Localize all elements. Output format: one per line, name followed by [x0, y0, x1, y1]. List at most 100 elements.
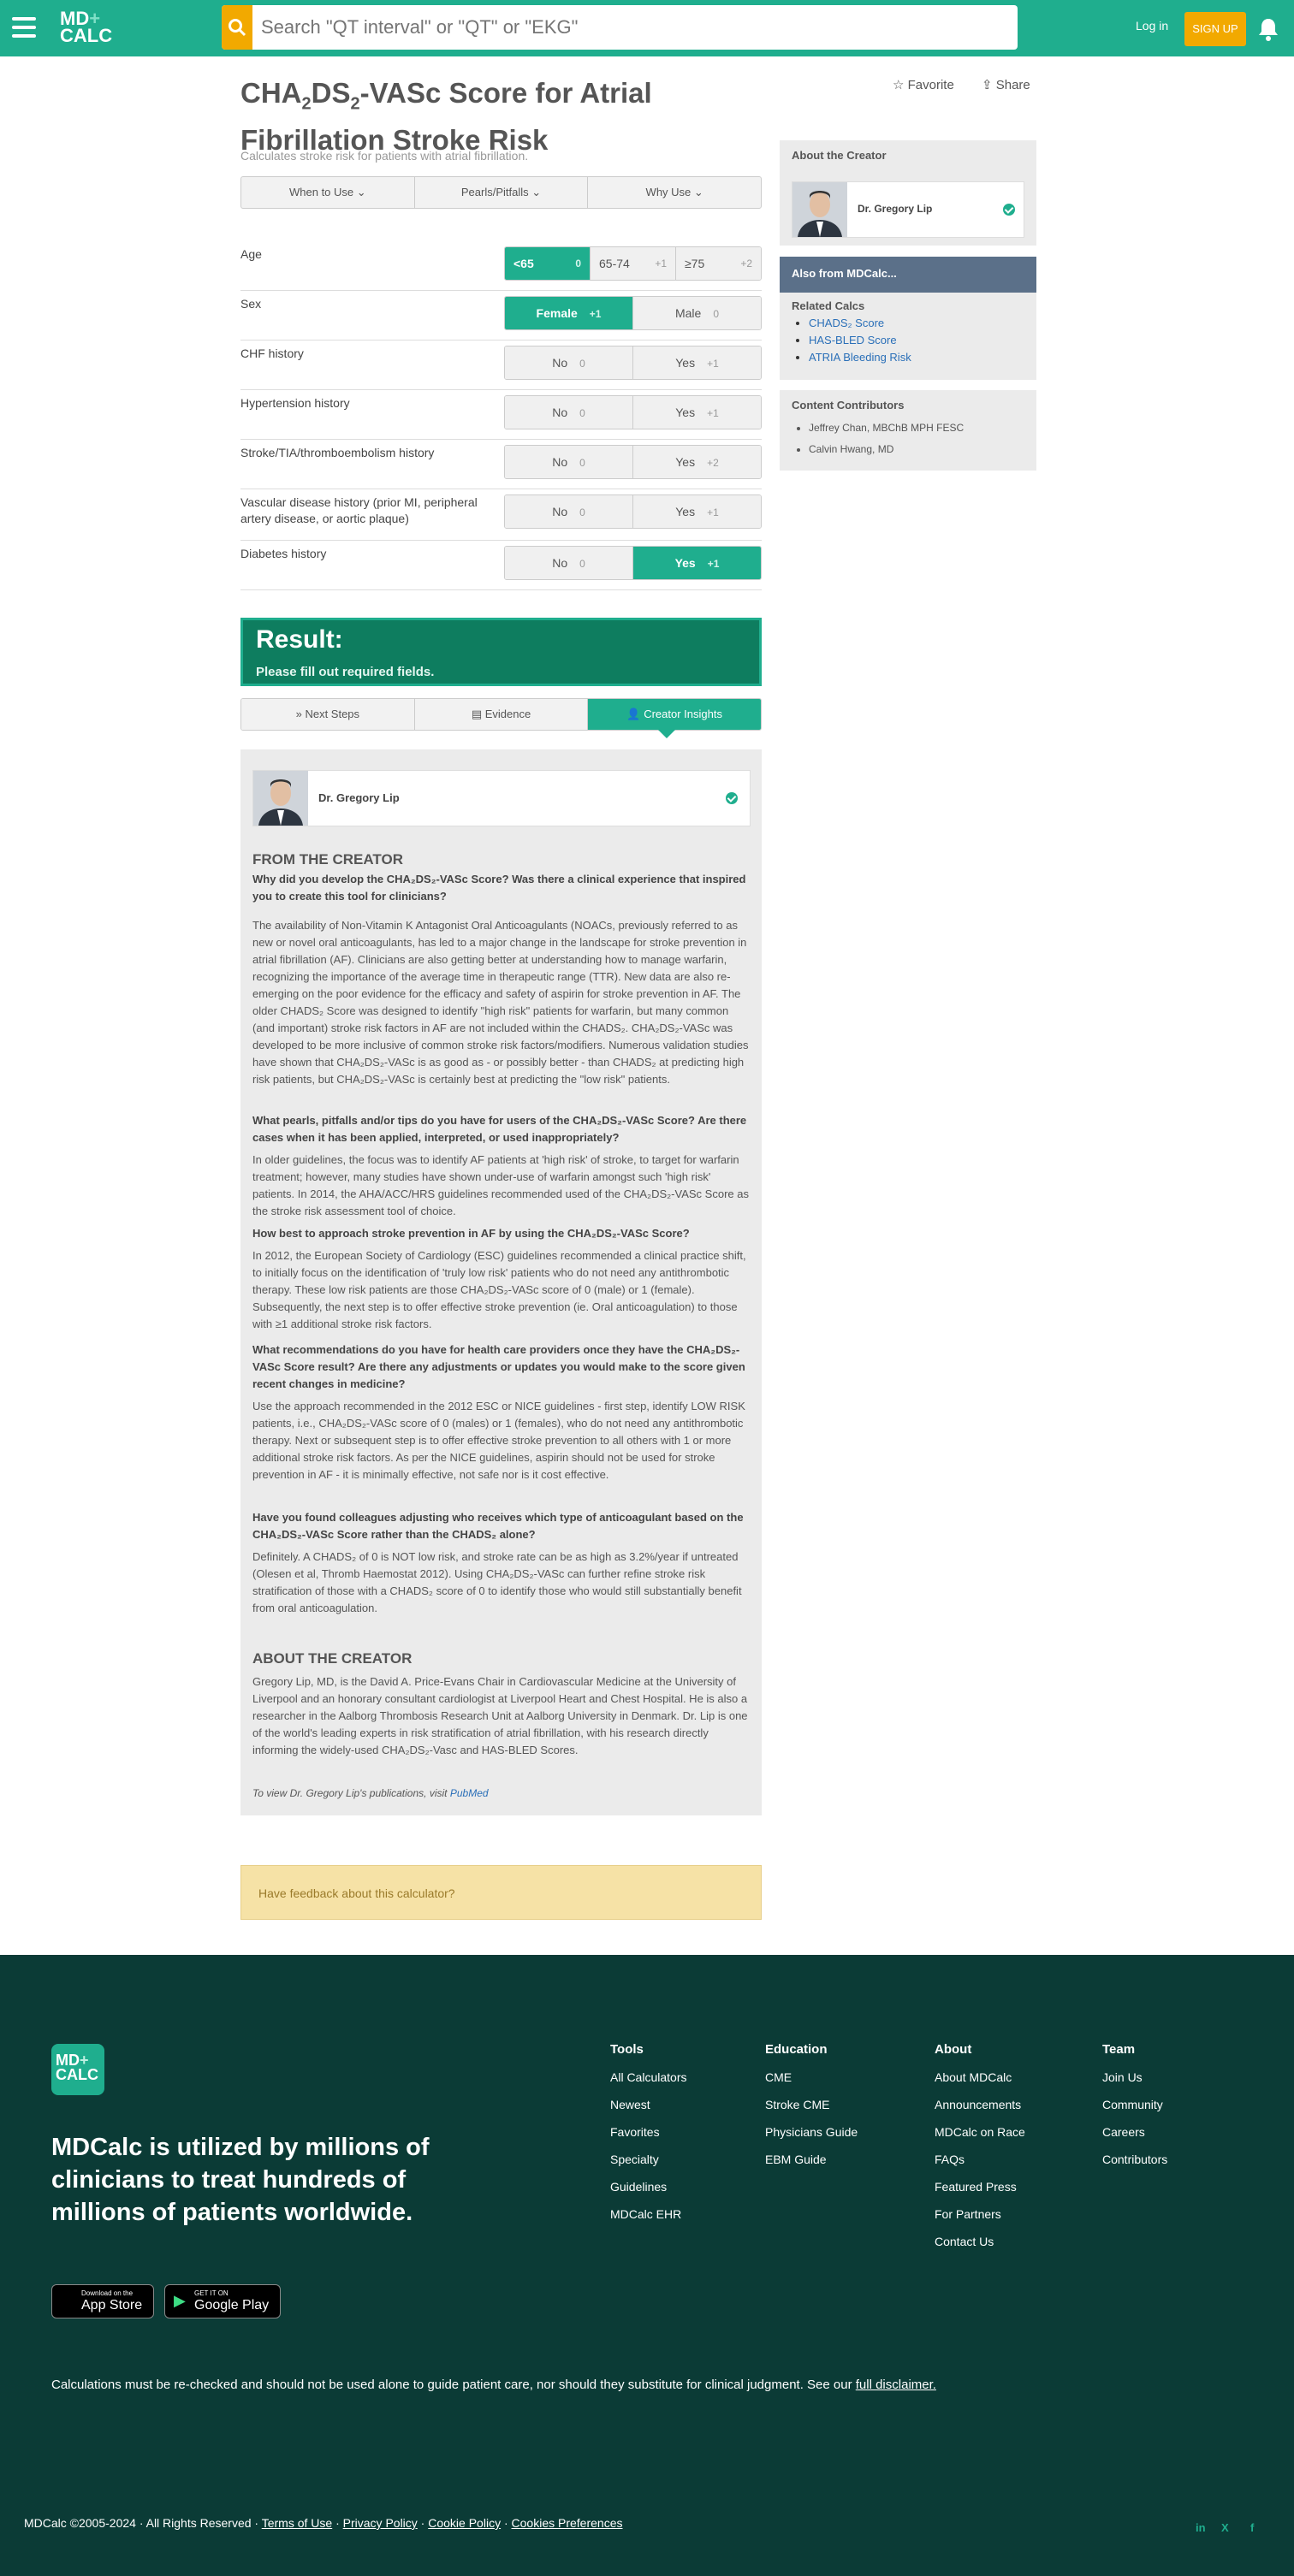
- cookie-link[interactable]: Cookie Policy: [428, 2516, 501, 2530]
- footer-logo[interactable]: MD+ CALC: [51, 2044, 104, 2095]
- result-text: Please fill out required fields.: [256, 665, 435, 679]
- footer-link[interactable]: Specialty: [610, 2153, 686, 2166]
- option-age-75-plus[interactable]: ≥75 +2: [676, 247, 761, 280]
- about-creator-heading: ABOUT THE CREATOR: [252, 1650, 413, 1667]
- option-age-65-74[interactable]: 65-74 +1: [591, 247, 676, 280]
- sidebar-creator-card[interactable]: Dr. Gregory Lip: [792, 181, 1024, 238]
- favorite-button[interactable]: ☆ Favorite: [893, 78, 966, 92]
- question-1: Why did you develop the CHA₂DS₂-VASc Sco…: [252, 873, 746, 903]
- option-chf-yes[interactable]: Yes +1: [633, 346, 761, 379]
- share-button[interactable]: ⇪ Share: [982, 78, 1042, 92]
- app-store-button[interactable]: Download on the App Store: [51, 2284, 154, 2318]
- footer-link[interactable]: CME: [765, 2070, 858, 2084]
- option-vascular-no[interactable]: No 0: [505, 495, 633, 528]
- bell-icon[interactable]: [1257, 17, 1279, 45]
- option-female[interactable]: Female +1: [505, 297, 633, 329]
- footer-link[interactable]: All Calculators: [610, 2070, 686, 2084]
- google-play-button[interactable]: ▶ GET IT ON Google Play: [164, 2284, 281, 2318]
- linkedin-icon[interactable]: in: [1196, 2521, 1208, 2534]
- footer-link[interactable]: Contributors: [1102, 2153, 1167, 2166]
- about-creator-text: Gregory Lip, MD, is the David A. Price-E…: [252, 1675, 748, 1756]
- disclaimer-link[interactable]: full disclaimer.: [856, 2378, 936, 2392]
- answer-3: In 2012, the European Society of Cardiol…: [252, 1249, 746, 1330]
- footer-link[interactable]: Join Us: [1102, 2070, 1167, 2084]
- tab-why-use[interactable]: Why Use ⌄: [588, 177, 761, 208]
- sidebar-heading: About the Creator: [792, 149, 887, 162]
- footer-col-tools: Tools All Calculators Newest Favorites S…: [610, 2042, 686, 2235]
- tab-pearls-pitfalls[interactable]: Pearls/Pitfalls ⌄: [415, 177, 589, 208]
- related-link-has-bled[interactable]: HAS-BLED Score: [809, 334, 897, 346]
- feedback-link[interactable]: Have feedback about this calculator?: [258, 1886, 455, 1900]
- age-options: <65 0 65-74 +1 ≥75 +2: [504, 246, 762, 281]
- option-stroke-yes[interactable]: Yes +2: [633, 446, 761, 478]
- mdcalc-logo[interactable]: MD+ CALC: [60, 9, 112, 48]
- info-tabs: When to Use ⌄ Pearls/Pitfalls ⌄ Why Use …: [240, 176, 762, 209]
- cookie-preferences-link[interactable]: Cookies Preferences: [512, 2516, 623, 2530]
- footer-link[interactable]: Stroke CME: [765, 2098, 858, 2111]
- footer-col-heading: About: [935, 2042, 972, 2057]
- option-male[interactable]: Male 0: [633, 297, 761, 329]
- footer-link[interactable]: Newest: [610, 2098, 686, 2111]
- terms-link[interactable]: Terms of Use: [262, 2516, 332, 2530]
- related-link-chads2[interactable]: CHADS₂ Score: [809, 317, 884, 329]
- privacy-link[interactable]: Privacy Policy: [343, 2516, 418, 2530]
- related-calcs: Related Calcs CHADS₂ Score HAS-BLED Scor…: [780, 293, 1036, 380]
- footer-col-heading: Team: [1102, 2042, 1136, 2057]
- footer-link[interactable]: For Partners: [935, 2207, 1025, 2221]
- play-small: GET IT ON: [194, 2289, 229, 2297]
- tab-creator-insights[interactable]: 👤 Creator Insights: [588, 699, 761, 730]
- option-vascular-yes[interactable]: Yes +1: [633, 495, 761, 528]
- footer: MD+ CALC MDCalc is utilized by millions o…: [0, 1955, 1294, 2576]
- search-icon[interactable]: [222, 5, 252, 50]
- chf-options: No 0 Yes +1: [504, 346, 762, 380]
- option-chf-no[interactable]: No 0: [505, 346, 633, 379]
- footer-tagline: MDCalc is utilized by millions of clinic…: [51, 2134, 430, 2226]
- option-stroke-no[interactable]: No 0: [505, 446, 633, 478]
- creator-card[interactable]: Dr. Gregory Lip: [252, 770, 751, 826]
- hypertension-options: No 0 Yes +1: [504, 395, 762, 429]
- facebook-icon[interactable]: f: [1250, 2521, 1262, 2534]
- menu-icon[interactable]: [12, 17, 36, 38]
- vascular-options: No 0 Yes +1: [504, 494, 762, 529]
- sidebar-about-creator: About the Creator Dr. Gregory Lip: [780, 140, 1036, 246]
- footer-link[interactable]: Community: [1102, 2098, 1167, 2111]
- footer-link[interactable]: FAQs: [935, 2153, 1025, 2166]
- footer-link[interactable]: Announcements: [935, 2098, 1025, 2111]
- option-age-under-65[interactable]: <65 0: [505, 247, 591, 280]
- signup-button[interactable]: SIGN UP: [1184, 12, 1246, 46]
- publications-line: To view Dr. Gregory Lip's publications, …: [252, 1787, 489, 1799]
- footer-link[interactable]: MDCalc on Race: [935, 2125, 1025, 2139]
- contributors-heading: Content Contributors: [792, 399, 905, 412]
- creator-insights-panel: Dr. Gregory Lip FROM THE CREATOR Why did…: [240, 749, 762, 1815]
- tab-evidence[interactable]: ▤ Evidence: [414, 699, 589, 730]
- footer-link[interactable]: MDCalc EHR: [610, 2207, 686, 2221]
- question-2: What pearls, pitfalls and/or tips do you…: [252, 1114, 747, 1144]
- option-diabetes-no[interactable]: No 0: [505, 547, 633, 579]
- share-label: Share: [995, 78, 1030, 92]
- option-htn-no[interactable]: No 0: [505, 396, 633, 429]
- footer-link[interactable]: Careers: [1102, 2125, 1167, 2139]
- option-diabetes-yes[interactable]: Yes +1: [633, 547, 761, 579]
- footer-link[interactable]: Physicians Guide: [765, 2125, 858, 2139]
- footer-link[interactable]: Contact Us: [935, 2235, 1025, 2248]
- question-label: Stroke/TIA/thromboembolism history: [240, 446, 435, 459]
- verified-icon: [1003, 204, 1015, 216]
- question-label: CHF history: [240, 346, 304, 360]
- related-link-atria[interactable]: ATRIA Bleeding Risk: [809, 351, 911, 364]
- footer-link[interactable]: About MDCalc: [935, 2070, 1025, 2084]
- footer-link[interactable]: Guidelines: [610, 2180, 686, 2194]
- footer-link[interactable]: Favorites: [610, 2125, 686, 2139]
- login-link[interactable]: Log in: [1136, 19, 1168, 33]
- question-label: Age: [240, 247, 262, 261]
- tab-next-steps[interactable]: » Next Steps: [241, 699, 415, 730]
- footer-link[interactable]: EBM Guide: [765, 2153, 858, 2166]
- x-icon[interactable]: X: [1221, 2521, 1233, 2534]
- creator-name: Dr. Gregory Lip: [318, 791, 400, 804]
- result-title: Result:: [256, 625, 343, 654]
- search-bar[interactable]: [222, 5, 1018, 50]
- search-input[interactable]: [261, 5, 997, 50]
- option-htn-yes[interactable]: Yes +1: [633, 396, 761, 429]
- footer-link[interactable]: Featured Press: [935, 2180, 1025, 2194]
- tab-when-to-use[interactable]: When to Use ⌄: [241, 177, 415, 208]
- pubmed-link[interactable]: PubMed: [450, 1787, 489, 1799]
